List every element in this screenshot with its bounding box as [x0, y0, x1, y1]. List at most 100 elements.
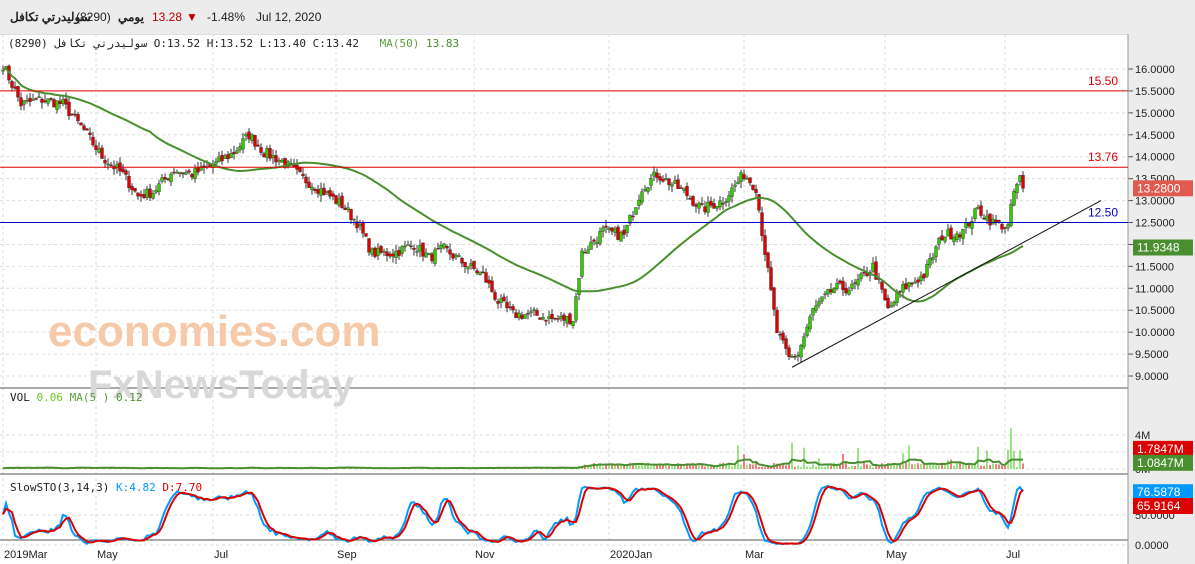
candle-body [709, 200, 713, 206]
candle-body [241, 138, 245, 150]
candle-body [304, 176, 308, 184]
price-tick-label: 11.5000 [1135, 261, 1174, 273]
candle-body [184, 172, 188, 175]
candle-body [961, 228, 965, 239]
candle-body [805, 326, 809, 336]
candle-body [1021, 175, 1025, 189]
candle-body [550, 313, 554, 319]
candle-body [919, 275, 923, 281]
candle-body [568, 313, 572, 325]
price-tick-label: 16.0000 [1135, 64, 1175, 76]
candle-body [811, 308, 815, 316]
candle-body [661, 178, 665, 182]
candle-body [259, 147, 263, 153]
candle-body [628, 215, 632, 224]
candle-body [682, 188, 686, 191]
candle-body [850, 283, 854, 289]
candle-body [979, 205, 983, 216]
candle-body [358, 223, 362, 227]
candle-body [28, 97, 32, 102]
candle-body [481, 271, 485, 274]
candle-body [34, 98, 38, 100]
candle-body [370, 248, 374, 255]
candle-body [448, 249, 452, 255]
candle-body [784, 338, 788, 349]
candle-body [616, 226, 620, 240]
candle-body [334, 195, 338, 204]
candle-body [439, 244, 443, 249]
candle-body [940, 235, 944, 241]
candle-body [364, 233, 368, 237]
candle-body [37, 96, 41, 99]
candle-body [916, 279, 920, 283]
candle-body [187, 170, 191, 173]
candle-body [925, 263, 929, 277]
candle-body [196, 167, 200, 173]
candle-body [379, 245, 383, 253]
candle-body [16, 86, 20, 98]
candle-body [160, 177, 164, 182]
candle-body [337, 198, 341, 206]
candle-body [301, 173, 305, 176]
candle-body [556, 318, 560, 320]
candle-body [85, 128, 89, 131]
candle-body [247, 131, 251, 140]
candle-body [178, 171, 182, 175]
candle-body [352, 218, 356, 221]
candle-body [778, 334, 782, 336]
candle-body [808, 316, 812, 330]
candle-body [121, 168, 125, 172]
candle-body [274, 155, 278, 163]
candle-body [631, 215, 635, 218]
candle-body [736, 181, 740, 185]
candle-body [277, 159, 281, 162]
candle-body [781, 332, 785, 341]
candle-body [316, 189, 320, 194]
level-label: 15.50 [1088, 74, 1118, 88]
candle-body [232, 151, 236, 155]
x-tick-label: 2020Jan [610, 549, 652, 561]
chart-legend: سوليدرتي تكافل (8290) O:13.52 H:13.52 L:… [8, 37, 459, 50]
candle-body [280, 159, 284, 163]
candle-body [799, 345, 803, 358]
candle-body [790, 356, 794, 358]
candle-body [937, 237, 941, 245]
candle-body [454, 254, 458, 258]
period-label[interactable]: يومي [118, 10, 144, 24]
candle-body [145, 188, 149, 198]
candle-body [913, 281, 917, 284]
candle-body [856, 279, 860, 286]
candle-body [640, 191, 644, 203]
candle-body [802, 336, 806, 347]
candle-body [529, 311, 533, 313]
candle-body [532, 309, 536, 311]
candle-body [508, 306, 512, 309]
candle-body [217, 156, 221, 162]
candle-body [271, 155, 275, 158]
candle-body [517, 312, 521, 319]
candle-body [424, 252, 428, 258]
candle-body [562, 314, 566, 321]
vol-tick-label: 4M [1135, 430, 1150, 442]
candle-body [46, 98, 50, 104]
candle-body [313, 189, 317, 192]
candle-body [817, 301, 821, 306]
candle-body [664, 177, 668, 180]
candle-body [934, 246, 938, 257]
candle-body [367, 238, 371, 253]
price-tick-label: 12.5000 [1135, 218, 1175, 230]
candle-body [1012, 191, 1016, 206]
last-price: 13.28 [152, 10, 183, 24]
candle-body [574, 296, 578, 321]
candle-body [229, 153, 233, 159]
candle-body [391, 253, 395, 257]
ma-last-tag: 11.9348 [1137, 241, 1180, 255]
candle-body [931, 256, 935, 260]
legend-ma-label: MA(50) [379, 37, 420, 50]
sto-tick-label: 0.0000 [1135, 540, 1169, 552]
symbol-code: (8290) [76, 10, 111, 24]
candle-body [565, 316, 569, 324]
x-tick-label: May [97, 549, 118, 561]
candle-body [235, 150, 239, 154]
candle-body [256, 144, 260, 147]
